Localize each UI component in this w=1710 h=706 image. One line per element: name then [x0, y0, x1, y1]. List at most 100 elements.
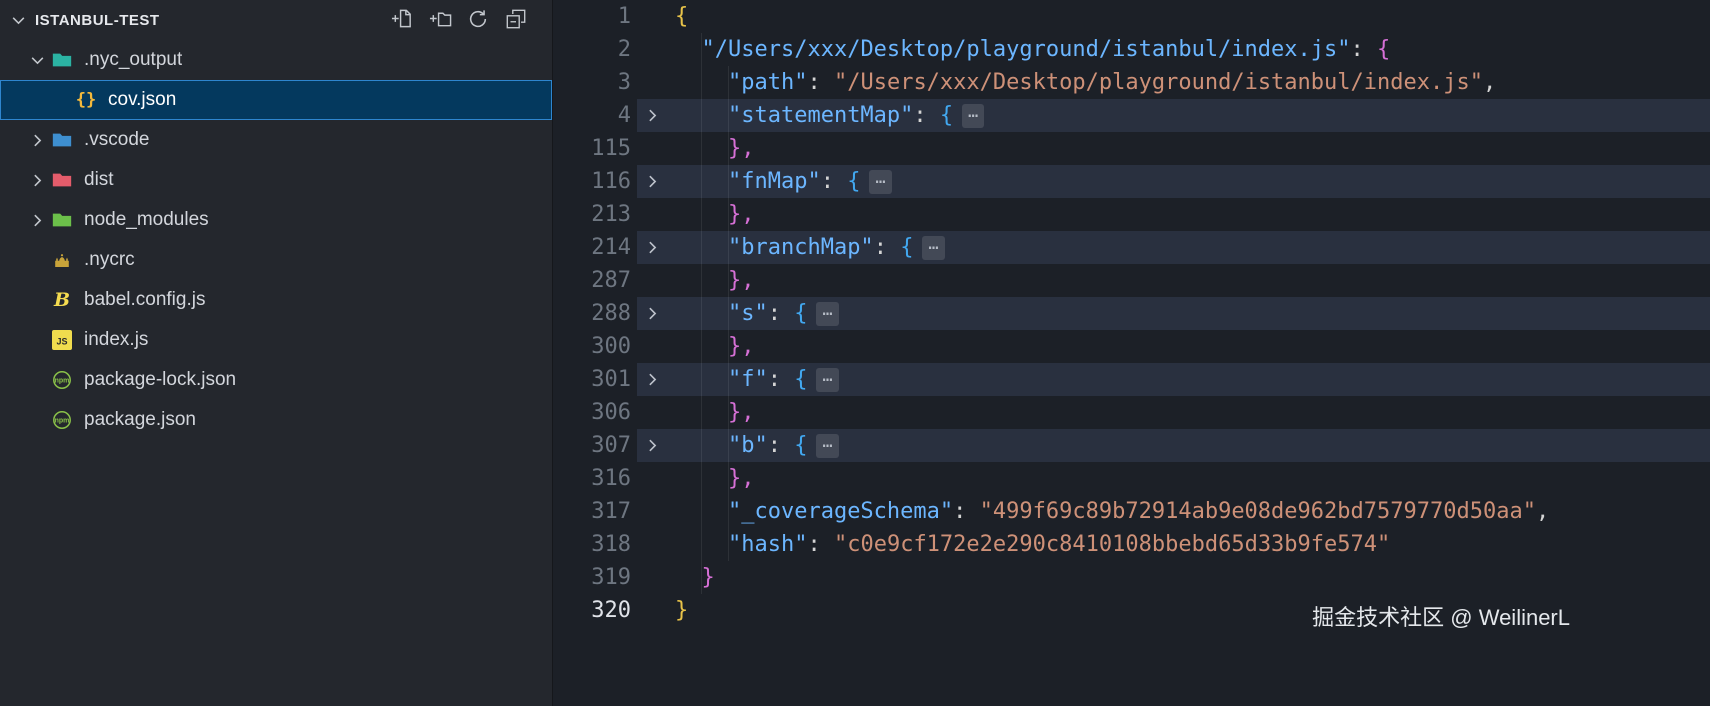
istanbul-icon	[51, 249, 73, 271]
folder-icon	[51, 49, 73, 71]
chevron-down-icon[interactable]	[25, 50, 49, 70]
line-number: 4	[553, 99, 637, 132]
indent-guide	[728, 66, 729, 561]
new-folder-button[interactable]	[428, 8, 452, 32]
line-number: 318	[553, 528, 637, 561]
fold-chevron-icon[interactable]	[637, 363, 667, 396]
line-number: 116	[553, 165, 637, 198]
vscode-window: ISTANBUL-TEST .nyc_output{}cov.json.vsco…	[0, 0, 1710, 706]
npm-icon: npm	[51, 369, 73, 391]
code-line-3: 3 "path": "/Users/xxx/Desktop/playground…	[553, 66, 1710, 99]
chevron-right-icon[interactable]	[25, 210, 49, 230]
tree-item-dist[interactable]: dist	[0, 160, 552, 200]
svg-text:JS: JS	[56, 337, 67, 347]
refresh-explorer-button[interactable]	[466, 8, 490, 32]
code-text: "b": {⋯	[667, 429, 839, 462]
line-number: 319	[553, 561, 637, 594]
new-file-button[interactable]	[390, 8, 414, 32]
tree-item-label: package.json	[84, 409, 196, 431]
code-line-300: 300 },	[553, 330, 1710, 363]
tree-item-cov-json[interactable]: {}cov.json	[0, 80, 552, 120]
fold-chevron-icon[interactable]	[637, 297, 667, 330]
code-line-307: 307 "b": {⋯	[553, 429, 1710, 462]
tree-item-package-json[interactable]: npm package.json	[0, 400, 552, 440]
fold-gutter	[637, 561, 667, 594]
file-tree: .nyc_output{}cov.json.vscode dist node_mod…	[0, 40, 552, 440]
explorer-actions	[390, 8, 528, 32]
code-text: "statementMap": {⋯	[667, 99, 984, 132]
code-line-214: 214 "branchMap": {⋯	[553, 231, 1710, 264]
tree-item-node-modules[interactable]: node_modules	[0, 200, 552, 240]
tree-item-vscode[interactable]: .vscode	[0, 120, 552, 160]
fold-gutter	[637, 330, 667, 363]
code-line-317: 317 "_coverageSchema": "499f69c89b72914a…	[553, 495, 1710, 528]
line-number: 300	[553, 330, 637, 363]
refresh-explorer-icon	[467, 8, 489, 33]
fold-chevron-icon[interactable]	[637, 231, 667, 264]
tree-item-package-lock-json[interactable]: npm package-lock.json	[0, 360, 552, 400]
tree-item-label: dist	[84, 169, 114, 191]
code-line-306: 306 },	[553, 396, 1710, 429]
code-text: "hash": "c0e9cf172e2e290c8410108bbebd65d…	[667, 528, 1390, 561]
line-number: 1	[553, 0, 637, 33]
code-text: "path": "/Users/xxx/Desktop/playground/i…	[667, 66, 1496, 99]
line-number: 214	[553, 231, 637, 264]
line-number: 213	[553, 198, 637, 231]
tree-item-nyc-output[interactable]: .nyc_output	[0, 40, 552, 80]
fold-gutter	[637, 198, 667, 231]
fold-gutter	[637, 462, 667, 495]
chevron-right-icon[interactable]	[25, 170, 49, 190]
code-text: },	[667, 132, 754, 165]
chevron-right-icon[interactable]	[25, 130, 49, 150]
code-text: "branchMap": {⋯	[667, 231, 945, 264]
line-number: 316	[553, 462, 637, 495]
tree-item-index-js[interactable]: JSindex.js	[0, 320, 552, 360]
code-line-213: 213 },	[553, 198, 1710, 231]
line-number: 317	[553, 495, 637, 528]
fold-gutter	[637, 528, 667, 561]
svg-text:npm: npm	[55, 418, 70, 425]
explorer-section-header[interactable]: ISTANBUL-TEST	[0, 0, 552, 40]
line-number: 2	[553, 33, 637, 66]
fold-chevron-icon[interactable]	[637, 429, 667, 462]
npm-icon: npm	[51, 409, 73, 431]
folder-icon	[51, 169, 73, 191]
tree-item-label: package-lock.json	[84, 369, 236, 391]
code-line-116: 116 "fnMap": {⋯	[553, 165, 1710, 198]
fold-chevron-icon[interactable]	[637, 99, 667, 132]
code-line-316: 316 },	[553, 462, 1710, 495]
fold-gutter	[637, 33, 667, 66]
code-line-288: 288 "s": {⋯	[553, 297, 1710, 330]
editor-pane: 1{2 "/Users/xxx/Desktop/playground/istan…	[553, 0, 1710, 706]
code-line-2: 2 "/Users/xxx/Desktop/playground/istanbu…	[553, 33, 1710, 66]
code-text: },	[667, 330, 754, 363]
code-text: {	[667, 0, 688, 33]
code-lines: 1{2 "/Users/xxx/Desktop/playground/istan…	[553, 0, 1710, 627]
tree-item-label: .nycrc	[84, 249, 135, 271]
tree-item-babel-config-js[interactable]: Bbabel.config.js	[0, 280, 552, 320]
code-text: },	[667, 462, 754, 495]
code-line-1: 1{	[553, 0, 1710, 33]
chevron-down-icon	[10, 11, 28, 29]
indent-spacer	[25, 410, 49, 430]
code-line-319: 319 }	[553, 561, 1710, 594]
indent-spacer	[25, 370, 49, 390]
fold-gutter	[637, 132, 667, 165]
fold-chevron-icon[interactable]	[637, 165, 667, 198]
project-title: ISTANBUL-TEST	[35, 12, 390, 29]
watermark: 掘金技术社区 @ WeilinerL	[1312, 600, 1570, 632]
fold-gutter	[637, 396, 667, 429]
indent-spacer	[25, 290, 49, 310]
code-text: "f": {⋯	[667, 363, 839, 396]
code-text: "s": {⋯	[667, 297, 839, 330]
tree-item-nycrc[interactable]: .nycrc	[0, 240, 552, 280]
code-line-4: 4 "statementMap": {⋯	[553, 99, 1710, 132]
collapse-folders-button[interactable]	[504, 8, 528, 32]
code-text: },	[667, 264, 754, 297]
new-folder-icon	[429, 7, 452, 33]
folder-icon	[51, 129, 73, 151]
fold-gutter	[637, 495, 667, 528]
tree-item-label: cov.json	[108, 89, 176, 111]
explorer-sidebar: ISTANBUL-TEST .nyc_output{}cov.json.vsco…	[0, 0, 553, 706]
code-text: },	[667, 198, 754, 231]
